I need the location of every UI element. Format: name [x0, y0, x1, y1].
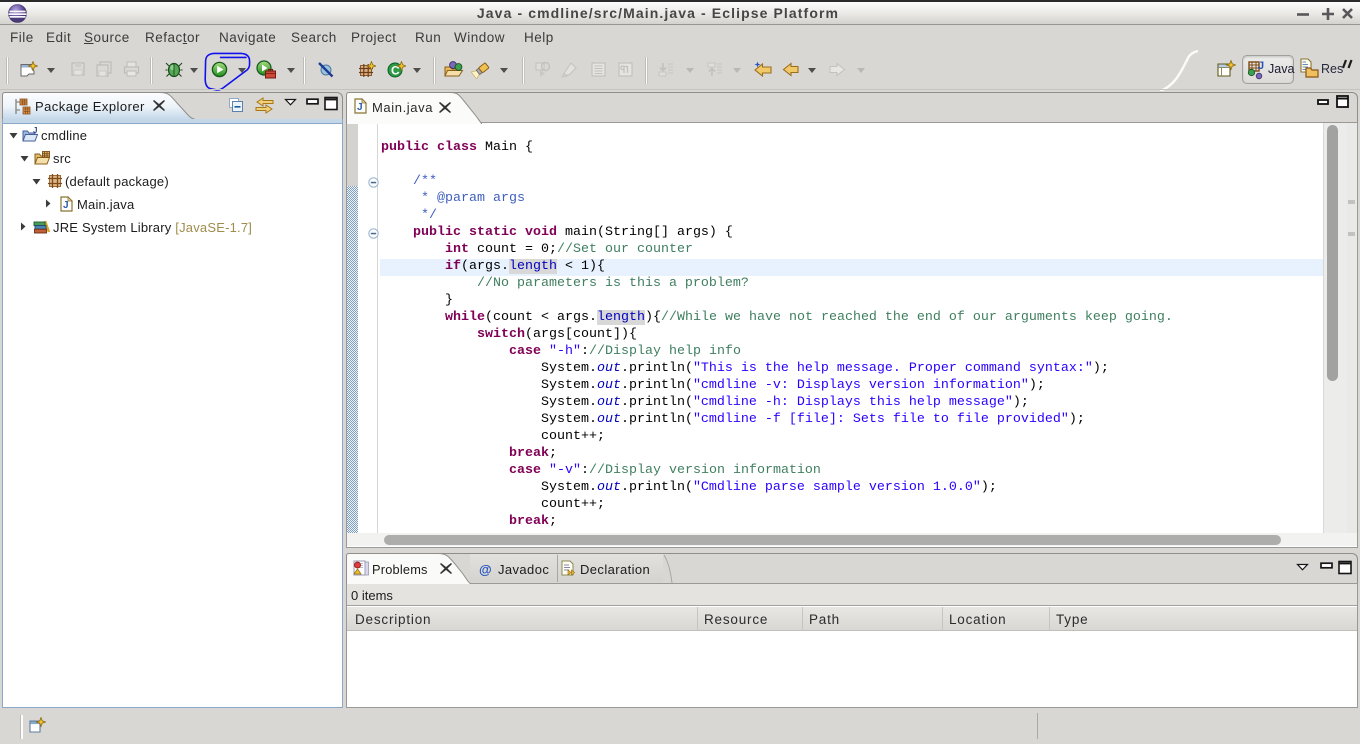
- svg-text:J: J: [357, 102, 363, 113]
- svg-text:J: J: [1258, 60, 1264, 72]
